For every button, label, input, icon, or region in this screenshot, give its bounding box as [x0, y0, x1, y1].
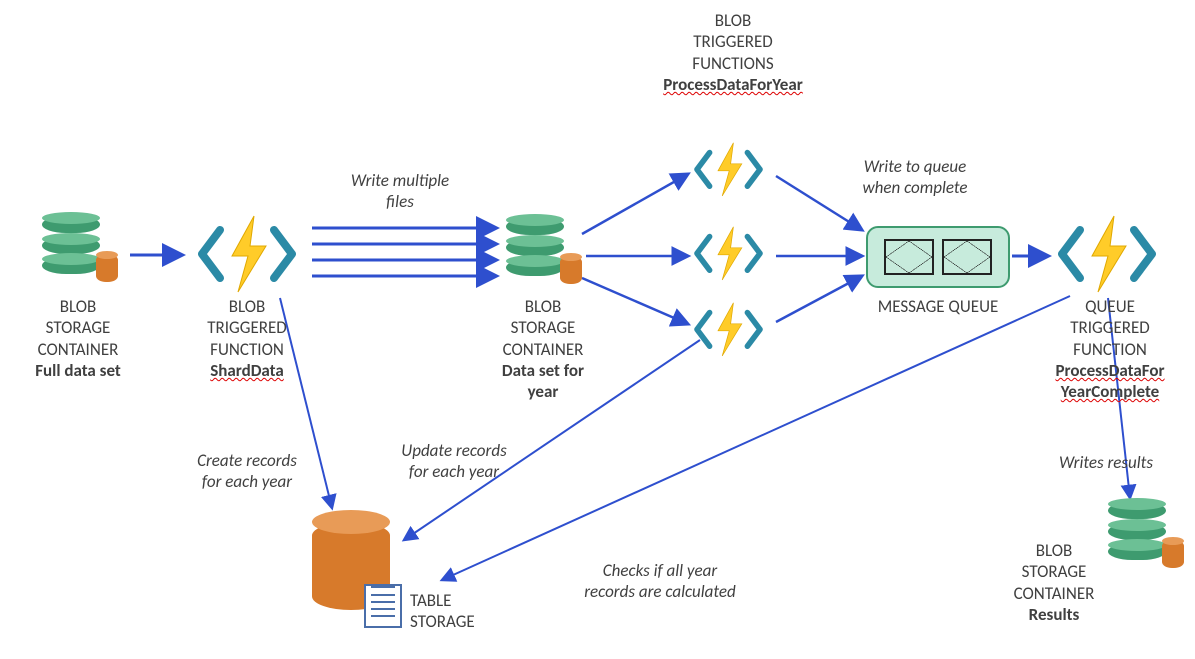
- db-icon: [42, 216, 112, 278]
- node-fn-process-3: [690, 300, 800, 380]
- edge-label-write-multiple: Write multiple files: [320, 170, 480, 213]
- node-fn-complete: [1052, 212, 1162, 292]
- label-queue: MESSAGE QUEUE: [848, 296, 1028, 317]
- node-blob-year: [506, 218, 576, 280]
- function-icon: [690, 140, 767, 196]
- function-icon: [1052, 212, 1162, 292]
- label-blob-year: BLOB STORAGE CONTAINER Data set for year: [478, 296, 608, 402]
- db-icon: [1108, 502, 1178, 564]
- edge-label-write-queue: Write to queue when complete: [830, 156, 1000, 199]
- label-fn-complete: QUEUE TRIGGERED FUNCTION ProcessDataFor …: [1030, 296, 1190, 402]
- node-blob-results: [1108, 502, 1178, 564]
- document-icon: [364, 584, 402, 628]
- function-icon: [690, 300, 767, 356]
- function-icon: [192, 212, 302, 292]
- label-table-storage: TABLE STORAGE: [410, 590, 510, 633]
- node-fn-process-2: [690, 224, 800, 304]
- db-icon: [506, 218, 576, 280]
- function-icon: [690, 224, 767, 280]
- node-fn-shard: [192, 212, 302, 292]
- edge-label-create-records: Create records for each year: [172, 450, 322, 493]
- edge-label-checks: Checks if all year records are calculate…: [550, 560, 770, 603]
- node-blob-full: [42, 216, 112, 278]
- edge-label-writes-results: Writes results: [1036, 452, 1176, 473]
- label-fn-process: BLOB TRIGGERED FUNCTIONS ProcessDataForY…: [618, 10, 848, 95]
- edge-label-update-records: Update records for each year: [374, 440, 534, 483]
- node-fn-process-1: [690, 140, 800, 220]
- envelope-icon: [942, 239, 992, 275]
- label-blob-results: BLOB STORAGE CONTAINER Results: [994, 540, 1114, 625]
- label-blob-full: BLOB STORAGE CONTAINER Full data set: [18, 296, 138, 381]
- node-queue: [866, 226, 1010, 288]
- label-fn-shard: BLOB TRIGGERED FUNCTION ShardData: [192, 296, 302, 381]
- envelope-icon: [884, 239, 934, 275]
- diagram-canvas: BLOB STORAGE CONTAINER Full data set BLO…: [0, 0, 1195, 659]
